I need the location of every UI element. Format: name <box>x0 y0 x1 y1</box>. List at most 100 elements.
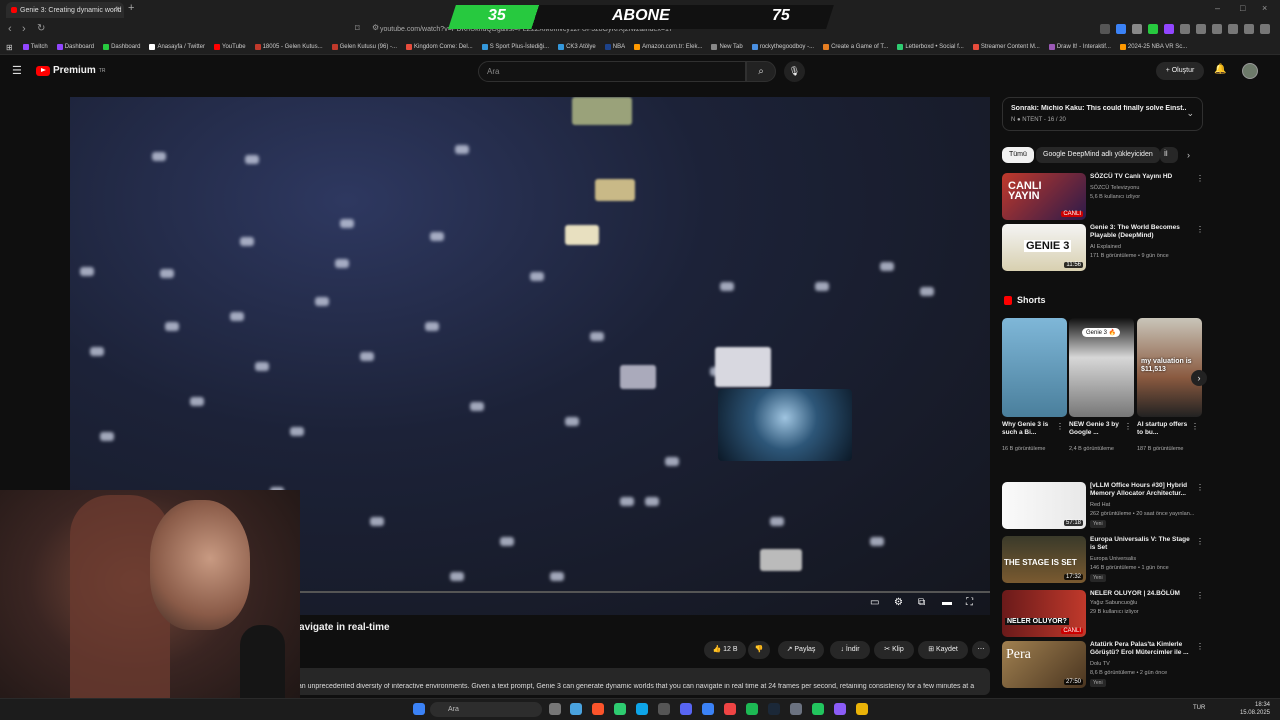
playlist-next-up[interactable]: Sonraki: Michio Kaku: This could finally… <box>1002 97 1203 131</box>
app-icon[interactable] <box>834 703 846 715</box>
taskbar-search[interactable]: Ara <box>430 702 542 717</box>
bookmark-item[interactable]: Kingdom Come: Del... <box>406 44 473 50</box>
language-indicator[interactable]: TUR <box>1193 705 1205 711</box>
fullscreen-icon[interactable]: ⛶ <box>966 597 973 608</box>
bookmark-item[interactable]: rockythegoodboy -... <box>751 44 814 50</box>
miniplayer-icon[interactable]: ⧉ <box>918 597 925 608</box>
extension-icon[interactable] <box>1164 24 1174 34</box>
bookmark-item[interactable]: CK3 Atölye <box>558 44 596 50</box>
subtitles-icon[interactable]: ▭ <box>870 597 879 608</box>
menu-icon[interactable] <box>1260 24 1270 34</box>
chevron-down-icon[interactable]: ⌄ <box>1186 108 1194 119</box>
save-button[interactable]: ⊞ Kaydet <box>918 641 968 659</box>
bookmark-item[interactable]: NBA <box>604 44 625 50</box>
bookmark-item[interactable]: 2024-25 NBA VR Sc... <box>1119 44 1187 50</box>
bookmark-item[interactable]: 18005 - Gelen Kutus... <box>254 44 323 50</box>
short-thumbnail[interactable]: Genie 3 🔥 <box>1069 318 1134 417</box>
task-view-icon[interactable] <box>549 703 561 715</box>
bookmark-item[interactable]: New Tab <box>711 44 743 50</box>
search-input[interactable]: Ara <box>478 61 746 82</box>
bookmark-item[interactable]: Dashboard <box>56 44 94 50</box>
theater-icon[interactable]: ▬ <box>942 597 952 608</box>
extension-icon[interactable] <box>1180 24 1190 34</box>
close-window-icon[interactable]: × <box>1262 3 1267 13</box>
app-icon[interactable] <box>812 703 824 715</box>
close-tab-icon[interactable]: × <box>115 4 120 14</box>
forward-icon[interactable]: › <box>22 23 26 35</box>
download-button[interactable]: ↓ İndir <box>830 641 870 659</box>
mic-button[interactable]: 🎙 <box>784 61 805 82</box>
extension-icon[interactable] <box>1244 24 1254 34</box>
bookmark-item[interactable]: Letterboxd • Social f... <box>897 44 964 50</box>
bookmark-item[interactable]: Amazon.com.tr: Elek... <box>634 44 702 50</box>
bookmark-icon[interactable]: ⌑ <box>355 23 360 34</box>
widgets-icon[interactable] <box>570 703 582 715</box>
bookmark-item[interactable]: Streamer Content M... <box>972 44 1040 50</box>
avatar[interactable] <box>1242 63 1258 79</box>
extension-icon[interactable] <box>1116 24 1126 34</box>
search-button[interactable]: ⌕ <box>746 61 776 82</box>
more-icon[interactable]: ⋮ <box>1196 642 1204 651</box>
maximize-icon[interactable]: □ <box>1240 3 1245 13</box>
youtube-logo[interactable]: Premium TR <box>36 65 105 76</box>
short-thumbnail[interactable] <box>1002 318 1067 417</box>
bell-icon[interactable]: 🔔 <box>1214 64 1226 75</box>
more-icon[interactable]: ⋮ <box>1191 422 1199 431</box>
more-icon[interactable]: ⋮ <box>1196 483 1204 492</box>
bookmark-item[interactable]: Twitch <box>22 44 48 50</box>
video-thumbnail[interactable]: NELER OLUYOR? CANLI <box>1002 590 1086 637</box>
chip-related[interactable]: İl <box>1160 147 1178 163</box>
app-icon[interactable] <box>702 703 714 715</box>
extension-icon[interactable] <box>1196 24 1206 34</box>
app-icon[interactable] <box>724 703 736 715</box>
video-thumbnail[interactable]: GENIE 3 11:56 <box>1002 224 1086 271</box>
extension-icon[interactable] <box>1212 24 1222 34</box>
app-icon[interactable] <box>790 703 802 715</box>
reload-icon[interactable]: ↻ <box>37 23 45 34</box>
video-thumbnail[interactable]: 57:18 <box>1002 482 1086 529</box>
spotify-icon[interactable] <box>746 703 758 715</box>
chevron-right-icon[interactable]: › <box>1187 150 1190 160</box>
minimize-icon[interactable]: – <box>1215 3 1220 13</box>
chrome-icon[interactable] <box>614 703 626 715</box>
more-icon[interactable]: ⋮ <box>1056 422 1064 431</box>
create-button[interactable]: + Oluştur <box>1156 62 1204 80</box>
system-clock[interactable]: 18:34 15.08.2025 <box>1240 701 1270 717</box>
video-thumbnail[interactable]: CANLI YAYIN CANLI <box>1002 173 1086 220</box>
more-icon[interactable]: ⋮ <box>1196 591 1204 600</box>
bookmark-item[interactable]: YouTube <box>214 44 246 50</box>
video-thumbnail[interactable]: THE STAGE IS SET 17:32 <box>1002 536 1086 583</box>
settings-icon[interactable]: ⚙ <box>894 597 903 608</box>
bookmark-item[interactable]: Gelen Kutusu (96) -... <box>331 44 397 50</box>
bookmark-item[interactable]: S Sport Plus-İstediği... <box>481 44 549 50</box>
steam-icon[interactable] <box>768 703 780 715</box>
more-actions-button[interactable]: ⋯ <box>972 641 990 659</box>
like-button[interactable]: 👍 12 B <box>704 641 746 659</box>
browser-tab[interactable]: Genie 3: Creating dynamic world × <box>6 2 124 18</box>
start-icon[interactable] <box>413 703 425 715</box>
apps-icon[interactable]: ⊞ <box>6 43 13 52</box>
chip-all[interactable]: Tümü <box>1002 147 1034 163</box>
new-tab-icon[interactable]: + <box>128 2 134 14</box>
back-icon[interactable]: ‹ <box>8 23 12 35</box>
more-icon[interactable]: ⋮ <box>1196 174 1204 183</box>
chip-uploader[interactable]: Google DeepMind adlı yükleyiciden <box>1036 147 1160 163</box>
menu-icon[interactable]: ☰ <box>12 64 22 77</box>
more-icon[interactable]: ⋮ <box>1124 422 1132 431</box>
extension-icon[interactable] <box>1228 24 1238 34</box>
bookmark-item[interactable]: Create a Game of T... <box>823 44 888 50</box>
dislike-button[interactable]: 👎 <box>748 641 770 659</box>
discord-icon[interactable] <box>680 703 692 715</box>
site-info-icon[interactable]: ⚙ <box>372 23 379 32</box>
extension-icon[interactable] <box>1132 24 1142 34</box>
short-thumbnail[interactable]: my valuation is $11,513 <box>1137 318 1202 417</box>
more-icon[interactable]: ⋮ <box>1196 537 1204 546</box>
brave-icon[interactable] <box>592 703 604 715</box>
bookmark-item[interactable]: Anasayfa / Twitter <box>149 44 205 50</box>
bookmark-item[interactable]: Draw It! - Interaktif... <box>1048 44 1111 50</box>
video-thumbnail[interactable]: Pera 27:50 <box>1002 641 1086 688</box>
share-button[interactable]: ↗ Paylaş <box>778 641 824 659</box>
extension-icon[interactable] <box>1100 24 1110 34</box>
clip-button[interactable]: ✂ Klip <box>874 641 914 659</box>
file-explorer-icon[interactable] <box>856 703 868 715</box>
